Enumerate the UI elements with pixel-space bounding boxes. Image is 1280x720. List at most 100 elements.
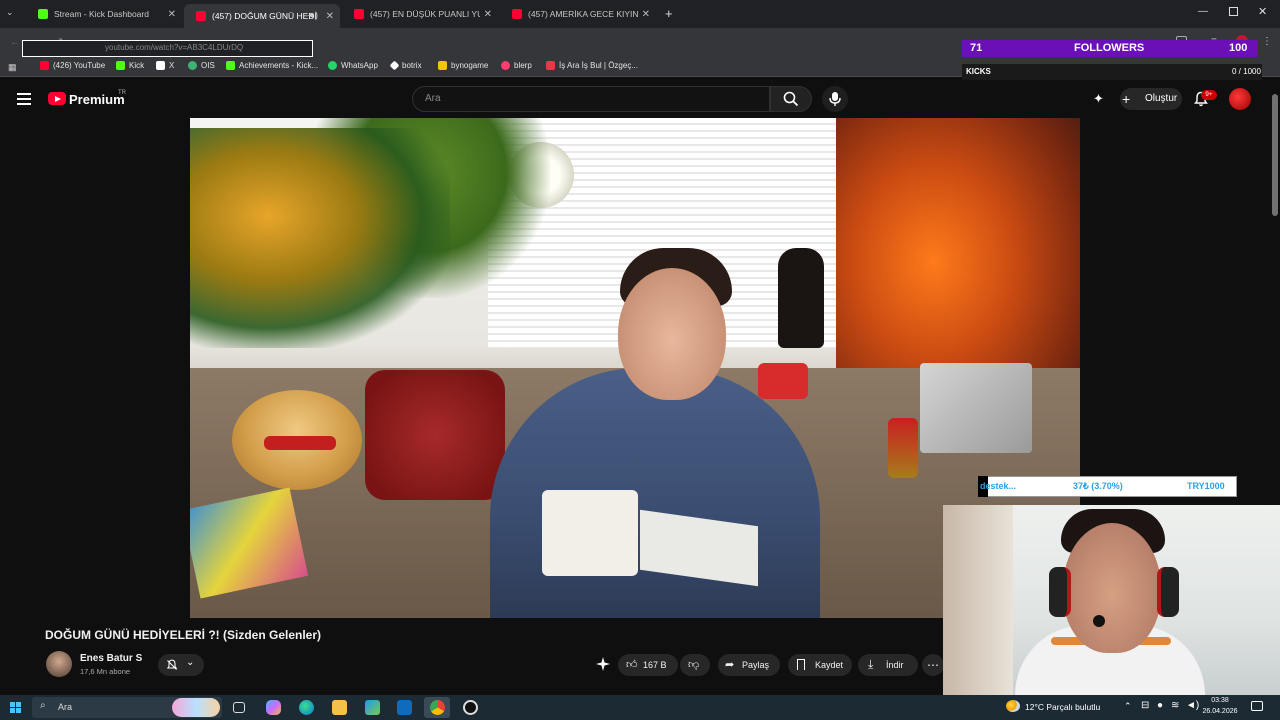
- address-bar[interactable]: youtube.com/watch?v=AB3C4LDUrDQ: [22, 40, 313, 57]
- bookmark-ois[interactable]: OIS: [188, 61, 215, 70]
- close-icon[interactable]: ✕: [168, 9, 176, 20]
- bell-off-icon: [166, 659, 178, 670]
- bookmark-achievements[interactable]: Achievements - Kick...: [226, 61, 318, 70]
- bookmark-whatsapp[interactable]: WhatsApp: [328, 61, 378, 70]
- kick-icon: [38, 9, 48, 19]
- store-icon[interactable]: [365, 700, 380, 715]
- file-explorer-icon[interactable]: [332, 700, 347, 715]
- tab-youtube-birthday[interactable]: (457) DOĞUM GÜNÜ HEDİ ◄) ✕: [184, 4, 340, 28]
- tab-youtube-america[interactable]: (457) AMERİKA GECE KIYINTISI ✕: [500, 4, 656, 24]
- bookmark-label: botrix: [402, 61, 422, 70]
- chevron-up-icon[interactable]: ⌃: [1124, 701, 1132, 712]
- search-input[interactable]: Ara: [412, 86, 770, 112]
- close-icon[interactable]: ✕: [484, 9, 492, 20]
- tab-title: (457) EN DÜŞÜK PUANLI YURT: [370, 9, 480, 19]
- youtube-plaque: [920, 363, 1032, 453]
- save-button[interactable]: Kaydet: [788, 654, 852, 676]
- ask-ai-icon[interactable]: [596, 657, 610, 671]
- maximize-icon[interactable]: [1229, 7, 1238, 16]
- outlook-icon[interactable]: [397, 700, 412, 715]
- bookmark-label: Achievements - Kick...: [239, 61, 319, 70]
- hamburger-menu-icon[interactable]: [17, 93, 31, 105]
- chrome-menu-icon[interactable]: ⋮: [1262, 36, 1272, 47]
- like-button[interactable]: 👍︎ 167 B: [618, 654, 678, 676]
- mic-tray-icon[interactable]: ●: [1157, 700, 1163, 711]
- bookmark-label: WhatsApp: [341, 61, 378, 70]
- share-label: Paylaş: [742, 660, 770, 670]
- task-view-icon[interactable]: [233, 702, 245, 713]
- close-icon[interactable]: ✕: [326, 11, 334, 22]
- weather-text[interactable]: 12°C Parçalı bulutlu: [1025, 702, 1100, 712]
- dislike-button[interactable]: 👎︎: [680, 654, 710, 676]
- volume-icon[interactable]: ◄): [1186, 700, 1199, 711]
- speaker-icon[interactable]: ◄): [306, 10, 318, 20]
- whatsapp-icon: [328, 61, 337, 70]
- dog-figure: [778, 248, 824, 348]
- tab-title: (457) AMERİKA GECE KIYINTISI: [528, 9, 638, 19]
- minimize-icon[interactable]: —: [1198, 6, 1208, 17]
- chrome-icon[interactable]: [430, 700, 445, 715]
- notifications-icon[interactable]: [1251, 701, 1263, 711]
- download-button[interactable]: ⤓ İndir: [858, 654, 918, 676]
- person-head: [618, 268, 726, 400]
- donation-label: destek...: [980, 481, 1017, 491]
- bookmark-isara[interactable]: İş Ara İş Bul | Özgeç...: [546, 61, 638, 70]
- clock-time[interactable]: 03:38: [1203, 697, 1237, 704]
- clock-date[interactable]: 26.04.2026: [1201, 708, 1239, 715]
- search-button[interactable]: [770, 86, 812, 112]
- wifi-icon[interactable]: ≋: [1171, 700, 1179, 711]
- back-icon[interactable]: ←: [10, 37, 20, 48]
- weather-icon[interactable]: [1006, 700, 1020, 712]
- bookmark-youtube[interactable]: (426) YouTube: [40, 61, 105, 70]
- plant-leaves: [190, 128, 450, 348]
- download-label: İndir: [886, 660, 904, 670]
- close-icon[interactable]: ✕: [642, 9, 650, 20]
- plus-icon: +: [1122, 91, 1131, 107]
- subscribed-notifications-button[interactable]: ⌄: [158, 654, 204, 676]
- bookmark-blerp[interactable]: blerp: [501, 61, 532, 70]
- youtube-icon: [196, 11, 206, 21]
- tab-youtube-lowest-rated[interactable]: (457) EN DÜŞÜK PUANLI YURT ✕: [342, 4, 498, 24]
- more-actions-button[interactable]: ⋯: [922, 654, 944, 676]
- tab-kick-dashboard[interactable]: Stream - Kick Dashboard ✕: [26, 4, 182, 24]
- youtube-icon: [512, 9, 522, 19]
- account-avatar[interactable]: [1229, 88, 1251, 110]
- youtube-icon: [40, 61, 49, 70]
- voice-search-button[interactable]: [822, 86, 848, 112]
- obs-icon[interactable]: [463, 700, 478, 715]
- bookmark-x[interactable]: X: [156, 61, 174, 70]
- youtube-logo-icon[interactable]: [48, 92, 66, 105]
- edge-icon[interactable]: [299, 700, 314, 715]
- ois-icon: [188, 61, 197, 70]
- notification-badge: 9+: [1201, 90, 1217, 100]
- tab-title: Stream - Kick Dashboard: [54, 9, 149, 19]
- scrollbar-thumb[interactable]: [1272, 94, 1278, 216]
- close-window-icon[interactable]: ✕: [1258, 5, 1267, 18]
- bookmark-label: bynogame: [451, 61, 489, 70]
- new-tab-button[interactable]: +: [665, 6, 673, 21]
- channel-name[interactable]: Enes Batur S: [80, 653, 142, 664]
- copilot-icon[interactable]: [266, 700, 281, 715]
- ai-sparkle-icon[interactable]: ✦: [1093, 91, 1104, 107]
- headset-left: [1049, 567, 1071, 617]
- windows-start-icon[interactable]: [10, 702, 21, 713]
- youtube-brand[interactable]: Premium: [69, 92, 125, 107]
- bookmark-kick[interactable]: Kick: [116, 61, 144, 70]
- bookmark-botrix[interactable]: botrix: [389, 60, 422, 71]
- webcam-overlay: [943, 505, 1280, 695]
- followers-label: FOLLOWERS: [1074, 42, 1145, 54]
- bookmark-bynogame[interactable]: bynogame: [438, 61, 488, 70]
- streamer-face: [1063, 523, 1161, 653]
- thumbs-down-icon: 👎︎: [688, 659, 700, 671]
- x-icon: [156, 61, 165, 70]
- share-button[interactable]: ➦ Paylaş: [718, 654, 780, 676]
- bookmark-label: OIS: [201, 61, 215, 70]
- background-door: [943, 505, 1013, 695]
- tab-search-button[interactable]: ⌄: [6, 7, 20, 21]
- network-icon[interactable]: ⊟: [1141, 700, 1149, 711]
- apps-icon[interactable]: ▦: [8, 62, 17, 73]
- isara-icon: [546, 61, 555, 70]
- bookmark-label: blerp: [514, 61, 532, 70]
- search-highlight-art: [172, 698, 220, 717]
- channel-avatar[interactable]: [46, 651, 72, 677]
